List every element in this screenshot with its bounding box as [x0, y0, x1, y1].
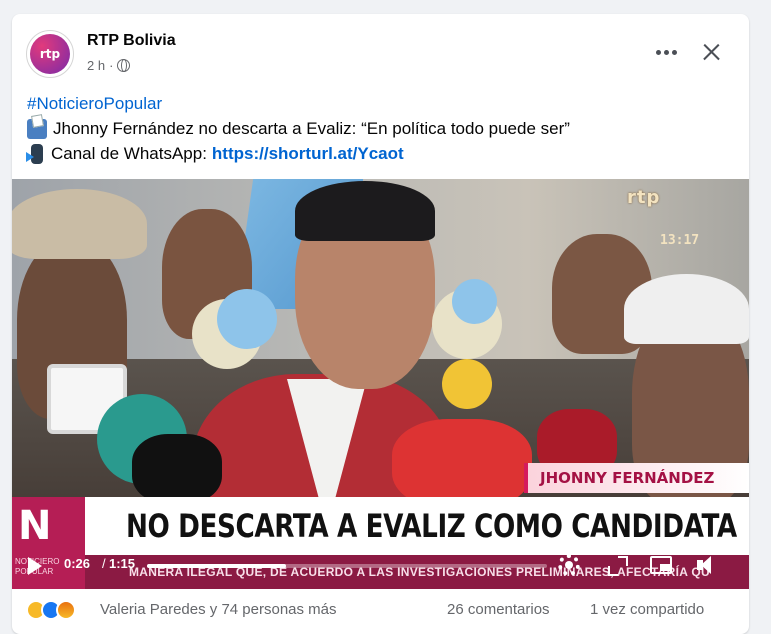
- video-controls: 0:26 / 1:15: [12, 544, 749, 589]
- volume-icon[interactable]: [697, 554, 719, 576]
- reactions-summary[interactable]: Valeria Paredes y 74 personas más: [100, 601, 337, 618]
- expand-icon[interactable]: [606, 554, 628, 576]
- dot-icon: [671, 49, 677, 55]
- post-line-2: Canal de WhatsApp:: [51, 144, 207, 163]
- speaker-hair: [295, 181, 435, 241]
- play-icon[interactable]: [28, 557, 42, 575]
- total-time: 1:15: [109, 556, 136, 571]
- comments-count[interactable]: 26 comentarios: [447, 601, 550, 618]
- broadcast-clock: 13:17: [660, 233, 700, 248]
- dot-icon: [655, 49, 661, 55]
- page-name-link[interactable]: RTP Bolivia: [87, 32, 176, 50]
- post-message: #NoticieroPopular Jhonny Fernández no de…: [26, 91, 570, 166]
- post-card: rtp RTP Bolivia 2 h · #NoticieroPopular …: [12, 14, 749, 634]
- mobile-arrow-icon: [26, 143, 43, 164]
- post-line-1: Jhonny Fernández no descarta a Evaliz: “…: [53, 119, 570, 138]
- shares-count[interactable]: 1 vez compartido: [590, 601, 704, 618]
- video-player[interactable]: rtp 13:17 JHONNY FERNÁNDEZ N NO DESCARTA…: [12, 179, 749, 589]
- time-separator: /: [102, 556, 106, 571]
- progress-bar[interactable]: [147, 564, 547, 568]
- garland-shape: [442, 359, 492, 409]
- ballot-box-icon: [27, 118, 47, 139]
- channel-logo: rtp: [627, 187, 661, 208]
- more-options-button[interactable]: [649, 38, 683, 66]
- whatsapp-link[interactable]: https://shorturl.at/Ycaot: [212, 141, 404, 166]
- garland-shape: [217, 289, 277, 349]
- hat-shape: [12, 189, 147, 259]
- current-time: 0:26: [64, 556, 91, 571]
- microphone-shape: [392, 419, 532, 509]
- cap-shape: [624, 274, 749, 344]
- angry-icon: [56, 600, 76, 620]
- rtp-logo-avatar: rtp: [30, 34, 70, 74]
- progress-fill: [147, 564, 286, 568]
- microphone-shape: [132, 434, 222, 504]
- post-meta: 2 h ·: [87, 58, 131, 73]
- name-caption: JHONNY FERNÁNDEZ: [540, 469, 715, 487]
- name-caption-bar: JHONNY FERNÁNDEZ: [524, 463, 749, 493]
- close-icon[interactable]: [695, 36, 727, 68]
- post-timestamp[interactable]: 2 h: [87, 58, 105, 73]
- reaction-icons[interactable]: [26, 600, 76, 620]
- hashtag-link[interactable]: #NoticieroPopular: [27, 91, 162, 116]
- dot-icon: [663, 49, 669, 55]
- meta-separator: ·: [109, 58, 114, 73]
- globe-icon[interactable]: [117, 59, 131, 72]
- settings-gear-icon[interactable]: [558, 554, 580, 576]
- garland-shape: [452, 279, 497, 324]
- brand-letter: N: [18, 503, 52, 549]
- picture-in-picture-icon[interactable]: [650, 556, 672, 574]
- page-avatar[interactable]: rtp: [26, 30, 74, 78]
